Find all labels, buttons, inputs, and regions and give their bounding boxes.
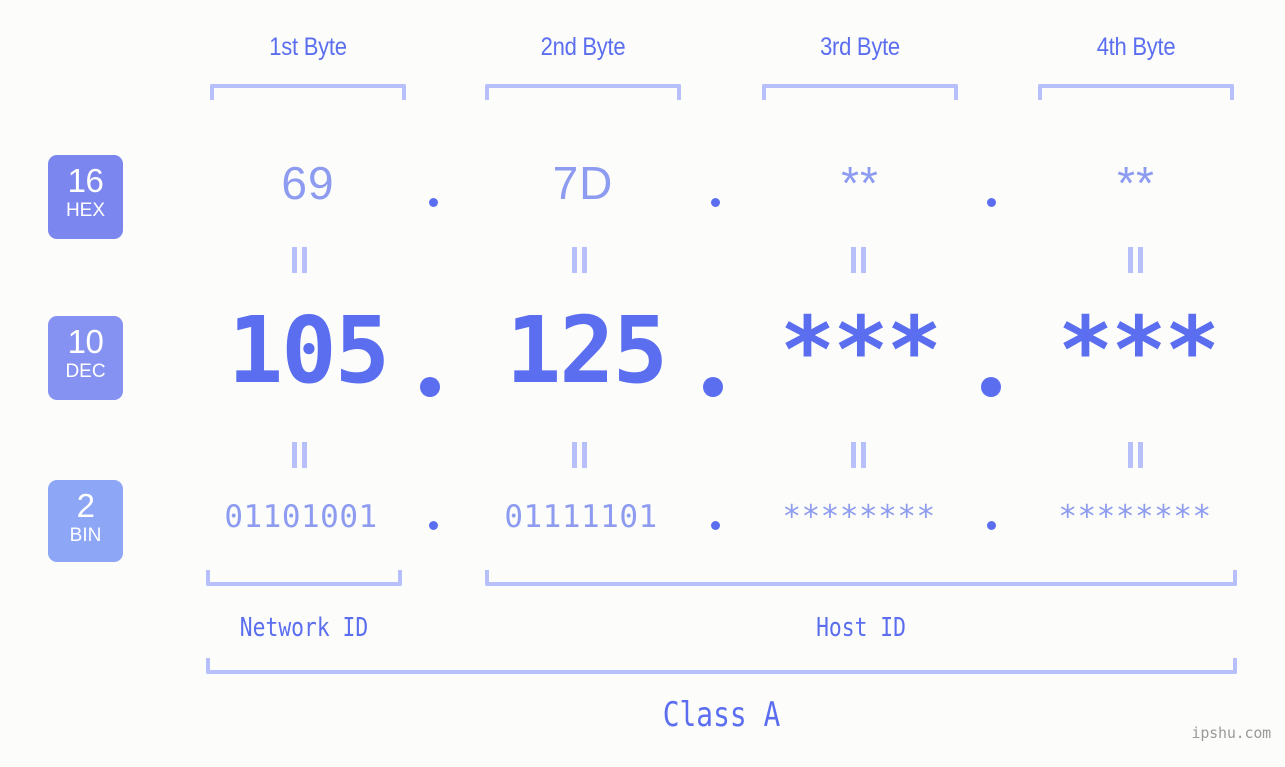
byte-header-1: 1st Byte xyxy=(269,33,347,61)
dec-dot-separator-3 xyxy=(981,377,1001,397)
bin-octet-2: 01111101 xyxy=(504,499,658,535)
radix-badge-bin-name: BIN xyxy=(69,525,102,546)
radix-badge-dec-number: 10 xyxy=(67,323,104,360)
radix-badge-hex: 16 HEX xyxy=(48,155,123,239)
hex-octet-2: 7D xyxy=(552,157,614,209)
byte-bracket-1 xyxy=(210,84,406,100)
hex-dot-separator-3 xyxy=(987,198,996,207)
byte-bracket-3 xyxy=(762,84,958,100)
bin-octet-1: 01101001 xyxy=(224,499,378,535)
radix-badge-bin: 2 BIN xyxy=(48,480,123,562)
equals-dec-bin-2 xyxy=(572,442,588,468)
byte-header-2: 2nd Byte xyxy=(540,33,626,61)
radix-badge-hex-name: HEX xyxy=(65,200,106,221)
ip-address-breakdown-diagram: 1st Byte 2nd Byte 3rd Byte 4th Byte 16 H… xyxy=(0,0,1285,767)
watermark: ipshu.com xyxy=(1191,724,1272,742)
dec-octet-3: *** xyxy=(779,297,942,404)
equals-hex-dec-2 xyxy=(572,247,588,273)
radix-badge-bin-number: 2 xyxy=(76,487,95,524)
class-bracket xyxy=(206,658,1237,674)
equals-hex-dec-3 xyxy=(851,247,867,273)
equals-dec-bin-4 xyxy=(1128,442,1144,468)
class-label: Class A xyxy=(662,695,781,735)
hex-octet-4: ** xyxy=(1117,157,1155,209)
dec-dot-separator-1 xyxy=(420,377,440,397)
equals-hex-dec-4 xyxy=(1128,247,1144,273)
network-id-label: Network ID xyxy=(239,613,369,643)
bin-dot-separator-2 xyxy=(711,521,720,530)
hex-dot-separator-2 xyxy=(711,198,720,207)
bin-dot-separator-1 xyxy=(429,521,438,530)
hex-dot-separator-1 xyxy=(429,198,438,207)
hex-octet-3: ** xyxy=(841,157,879,209)
equals-hex-dec-1 xyxy=(292,247,308,273)
bin-octet-3: ******** xyxy=(782,499,936,535)
dec-dot-separator-2 xyxy=(703,377,723,397)
bin-dot-separator-3 xyxy=(987,521,996,530)
dec-octet-2: 125 xyxy=(505,297,668,404)
radix-badge-hex-number: 16 xyxy=(67,162,104,199)
radix-badge-dec-name: DEC xyxy=(65,361,106,382)
network-id-bracket xyxy=(206,570,402,586)
radix-badge-dec: 10 DEC xyxy=(48,316,123,400)
dec-octet-4: *** xyxy=(1057,297,1220,404)
host-id-bracket xyxy=(485,570,1237,586)
host-id-label: Host ID xyxy=(816,613,906,643)
byte-bracket-2 xyxy=(485,84,681,100)
byte-header-4: 4th Byte xyxy=(1096,33,1176,61)
equals-dec-bin-1 xyxy=(292,442,308,468)
byte-bracket-4 xyxy=(1038,84,1234,100)
byte-header-3: 3rd Byte xyxy=(820,33,900,61)
hex-octet-1: 69 xyxy=(281,157,335,209)
bin-octet-4: ******** xyxy=(1058,499,1212,535)
equals-dec-bin-3 xyxy=(851,442,867,468)
dec-octet-1: 105 xyxy=(227,297,390,404)
